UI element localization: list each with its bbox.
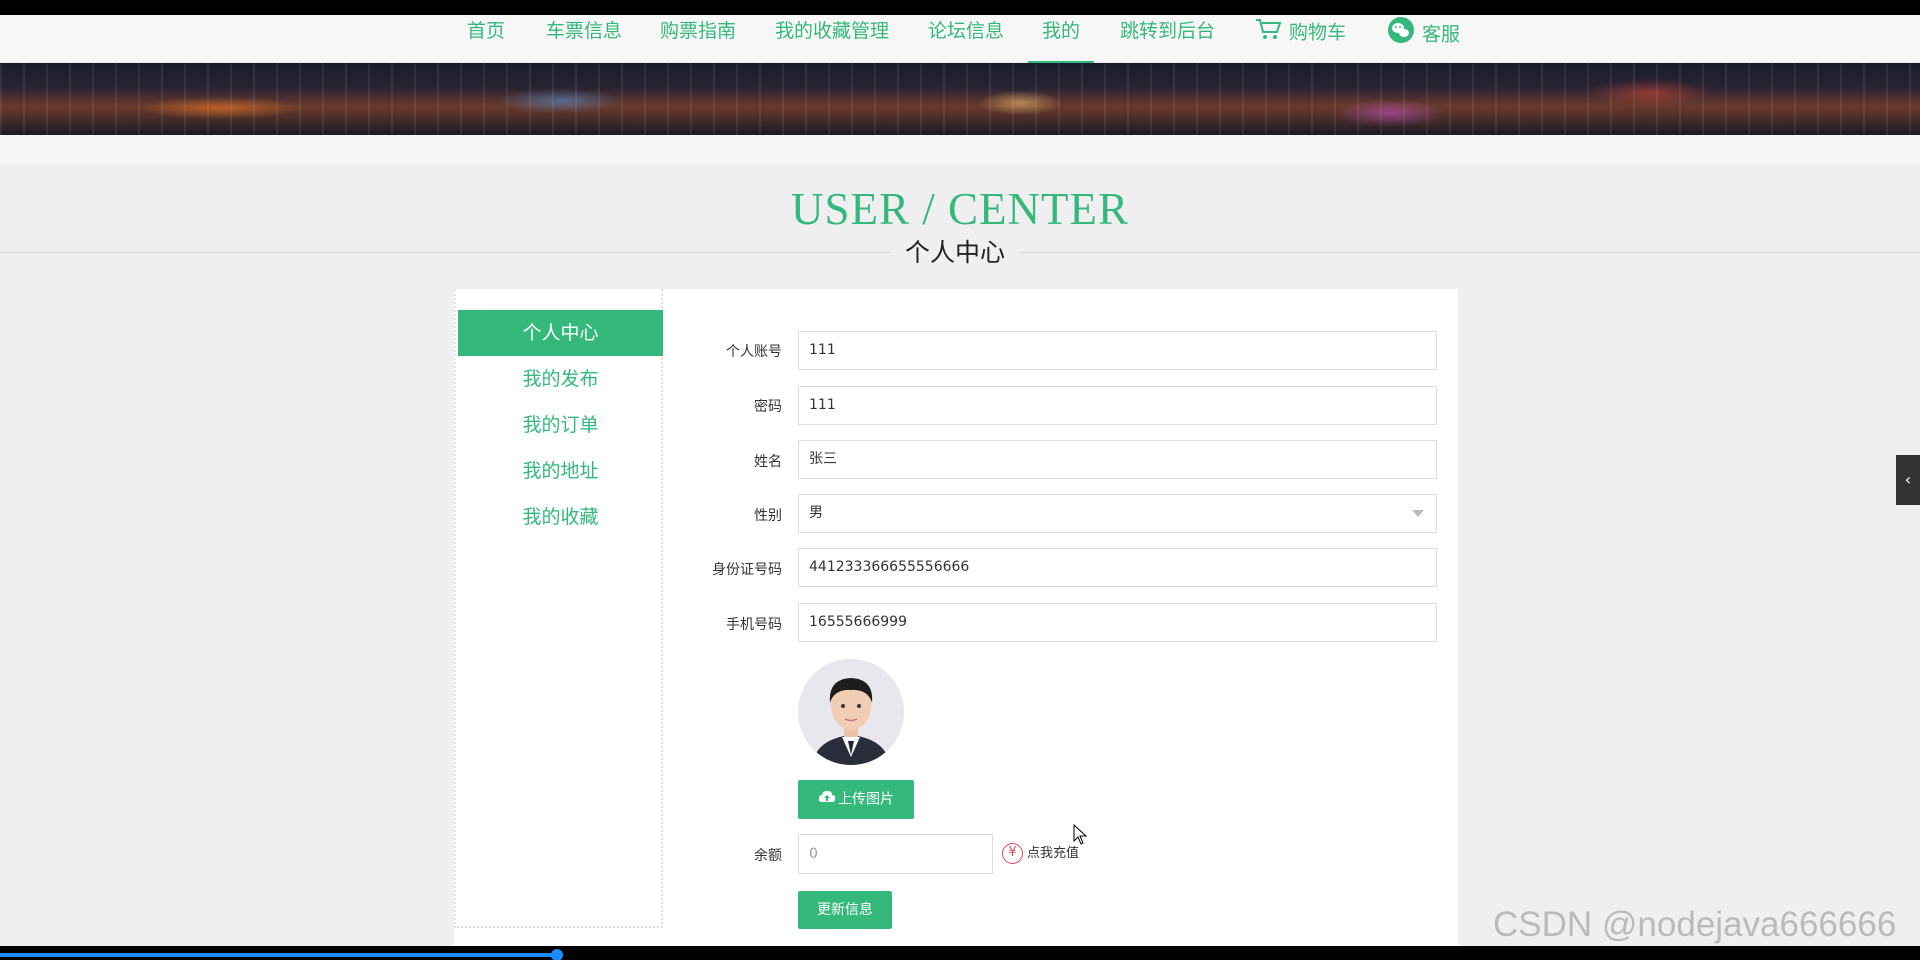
recharge-link[interactable]: ¥ 点我充值	[1002, 842, 1079, 864]
nav-ticket-info[interactable]: 车票信息	[546, 15, 622, 63]
update-info-button[interactable]: 更新信息	[798, 891, 892, 929]
yen-icon: ¥	[1002, 843, 1023, 864]
video-progress-handle[interactable]	[550, 949, 563, 960]
cart-icon	[1255, 17, 1283, 49]
account-field[interactable]: 111	[798, 331, 1437, 370]
id-number-field[interactable]: 441233366655556666	[798, 548, 1437, 587]
id-number-label: 身份证号码	[712, 562, 782, 578]
user-sidebar: 个人中心 我的发布 我的订单 我的地址 我的收藏	[454, 289, 663, 928]
city-night-banner	[0, 63, 1920, 135]
nav-cart-label: 购物车	[1289, 21, 1347, 44]
nav-service-label: 客服	[1422, 23, 1461, 46]
nav-admin[interactable]: 跳转到后台	[1120, 15, 1215, 63]
sidebar-item-my-orders[interactable]: 我的订单	[458, 402, 663, 448]
upload-image-button[interactable]: 上传图片	[798, 780, 914, 819]
page-title-en: USER / CENTER	[790, 184, 1130, 234]
password-label: 密码	[754, 399, 782, 415]
mouse-cursor-icon	[1073, 824, 1088, 845]
nav-purchase-guide[interactable]: 购票指南	[660, 15, 736, 63]
balance-field: 0	[798, 834, 993, 874]
name-field[interactable]: 张三	[798, 440, 1437, 479]
video-progress-bar[interactable]	[0, 953, 557, 957]
nav-cart[interactable]: 购物车	[1255, 15, 1346, 63]
wechat-icon	[1386, 17, 1416, 53]
nav-mine[interactable]: 我的	[1027, 15, 1095, 65]
upload-button-label: 上传图片	[838, 791, 894, 808]
nav-forum[interactable]: 论坛信息	[928, 15, 1004, 63]
watermark: CSDN @nodejava666666	[1493, 905, 1897, 944]
name-label: 姓名	[754, 454, 782, 470]
sidebar-item-my-favorites[interactable]: 我的收藏	[458, 494, 663, 540]
recharge-label: 点我充值	[1027, 846, 1080, 861]
gender-label: 性别	[754, 508, 782, 524]
top-nav: 首页 车票信息 购票指南 我的收藏管理 论坛信息 我的 跳转到后台 购物车 客服	[0, 15, 1920, 65]
nav-home[interactable]: 首页	[467, 15, 505, 63]
gender-select[interactable]: 男	[798, 494, 1437, 533]
nav-favorites-manage[interactable]: 我的收藏管理	[775, 15, 889, 63]
account-label: 个人账号	[726, 344, 782, 360]
sidebar-item-profile[interactable]: 个人中心	[458, 310, 663, 356]
chevron-down-icon	[1412, 510, 1424, 517]
phone-label: 手机号码	[726, 617, 782, 633]
cloud-upload-icon	[818, 780, 836, 819]
phone-field[interactable]: 16555666999	[798, 603, 1437, 642]
page-title-cn: 个人中心	[890, 236, 1020, 270]
sidebar-item-my-posts[interactable]: 我的发布	[458, 356, 663, 402]
gender-value: 男	[809, 505, 823, 521]
avatar	[798, 659, 904, 765]
window-top-bar	[0, 0, 1920, 15]
balance-label: 余额	[754, 848, 782, 864]
side-panel-toggle[interactable]: ‹	[1896, 455, 1920, 505]
password-field[interactable]: 111	[798, 386, 1437, 425]
nav-service[interactable]: 客服	[1386, 15, 1460, 63]
sidebar-item-my-address[interactable]: 我的地址	[458, 448, 663, 494]
banner-spacer	[0, 135, 1920, 165]
